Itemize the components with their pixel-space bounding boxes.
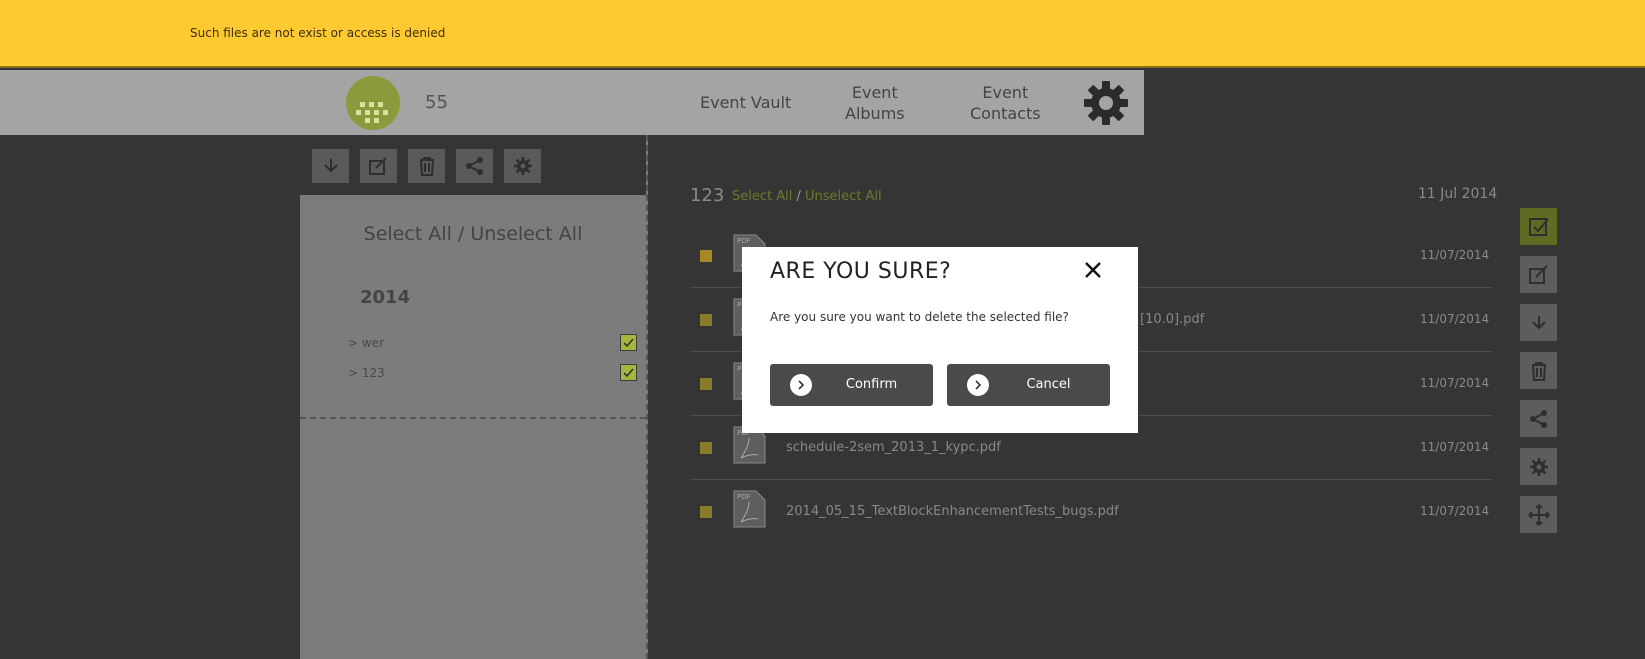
file-date: 11/07/2014 bbox=[1420, 312, 1490, 326]
nav-event-contacts[interactable]: Event Contacts bbox=[970, 82, 1041, 124]
unselect-all-link[interactable]: Unselect All bbox=[805, 189, 882, 204]
check-icon bbox=[623, 338, 634, 348]
delete-button[interactable] bbox=[408, 149, 445, 183]
file-checkbox[interactable] bbox=[700, 314, 712, 326]
file-date: 11/07/2014 bbox=[1420, 504, 1490, 518]
file-checkbox[interactable] bbox=[700, 250, 712, 262]
nav-event-vault[interactable]: Event Vault bbox=[700, 92, 791, 113]
move-button[interactable] bbox=[1520, 496, 1557, 533]
header-bar: 55 Event Vault Event Albums Event Contac… bbox=[0, 70, 1144, 135]
event-count: 55 bbox=[425, 92, 448, 113]
folder-date: 11 Jul 2014 bbox=[1418, 186, 1498, 202]
edit-button[interactable] bbox=[360, 149, 397, 183]
divider bbox=[300, 417, 646, 419]
left-toolbar bbox=[300, 135, 646, 195]
delete-button[interactable] bbox=[1520, 352, 1557, 389]
download-button[interactable] bbox=[1520, 304, 1557, 341]
year-heading: 2014 bbox=[360, 287, 411, 308]
check-icon bbox=[623, 368, 634, 378]
select-controls: Select All / Unselect All bbox=[732, 189, 882, 204]
file-name: 2014_05_15_TextBlockEnhancementTests_bug… bbox=[786, 504, 1119, 519]
file-date: 11/07/2014 bbox=[1420, 248, 1490, 262]
check-icon bbox=[1528, 217, 1549, 236]
share-button[interactable] bbox=[456, 149, 493, 183]
chevron-right-icon bbox=[967, 374, 989, 396]
close-icon[interactable] bbox=[1082, 259, 1104, 281]
folder-item-123[interactable]: > 123 bbox=[348, 366, 385, 380]
share-button[interactable] bbox=[1520, 400, 1557, 437]
share-icon bbox=[1529, 409, 1547, 428]
confirm-dialog: ARE YOU SURE? Are you sure you want to d… bbox=[742, 247, 1138, 433]
download-icon bbox=[1531, 315, 1546, 329]
move-icon bbox=[1527, 503, 1550, 526]
logo-grid-icon bbox=[356, 102, 392, 124]
settings-button[interactable] bbox=[1520, 448, 1557, 485]
gear-icon bbox=[1529, 457, 1548, 476]
pdf-file-icon: PDF bbox=[733, 490, 766, 528]
notification-bar: Such files are not exist or access is de… bbox=[0, 0, 1645, 68]
dialog-title: ARE YOU SURE? bbox=[770, 259, 952, 284]
svg-text:PDF: PDF bbox=[737, 237, 751, 245]
select-all-link[interactable]: Select All bbox=[732, 189, 792, 204]
chevron-right-icon bbox=[790, 374, 812, 396]
folder-item-wer[interactable]: > wer bbox=[348, 336, 384, 350]
folder-title: 123 bbox=[690, 185, 725, 206]
separator: / bbox=[796, 189, 801, 204]
confirm-button[interactable]: Confirm bbox=[770, 364, 933, 406]
download-icon bbox=[323, 159, 338, 173]
download-button[interactable] bbox=[312, 149, 349, 183]
confirm-label: Confirm bbox=[845, 377, 898, 392]
file-checkbox[interactable] bbox=[700, 442, 712, 454]
header: 55 Event Vault Event Albums Event Contac… bbox=[0, 70, 1645, 135]
cancel-button[interactable]: Cancel bbox=[947, 364, 1110, 406]
gear-icon bbox=[513, 157, 532, 175]
file-checkbox[interactable] bbox=[700, 506, 712, 518]
cancel-label: Cancel bbox=[1026, 377, 1071, 392]
file-date: 11/07/2014 bbox=[1420, 376, 1490, 390]
logo[interactable] bbox=[346, 76, 400, 130]
file-name: schedule-2sem_2013_1_kypc.pdf bbox=[786, 440, 1001, 455]
gear-button[interactable] bbox=[504, 149, 541, 183]
dialog-message: Are you sure you want to delete the sele… bbox=[770, 310, 1069, 324]
settings-gear-icon[interactable] bbox=[1082, 79, 1130, 127]
notification-text: Such files are not exist or access is de… bbox=[190, 26, 446, 40]
edit-button[interactable] bbox=[1520, 256, 1557, 293]
file-checkbox[interactable] bbox=[700, 378, 712, 390]
folder-checkbox[interactable] bbox=[620, 364, 637, 381]
select-toggle-button[interactable] bbox=[1520, 208, 1557, 245]
edit-icon bbox=[1528, 264, 1548, 284]
select-all-toggle[interactable]: Select All / Unselect All bbox=[300, 223, 646, 245]
trash-icon bbox=[1531, 361, 1546, 381]
file-date: 11/07/2014 bbox=[1420, 440, 1490, 454]
file-name: [10.0].pdf bbox=[1140, 312, 1205, 327]
nav-event-albums[interactable]: Event Albums bbox=[845, 82, 905, 124]
share-icon bbox=[465, 157, 483, 175]
file-row[interactable]: PDF 2014_05_15_TextBlockEnhancementTests… bbox=[690, 482, 1492, 544]
svg-text:PDF: PDF bbox=[737, 493, 751, 501]
edit-icon bbox=[368, 157, 387, 175]
left-panel: Select All / Unselect All 2014 > wer > 1… bbox=[300, 135, 648, 659]
folder-checkbox[interactable] bbox=[620, 334, 637, 351]
trash-icon bbox=[419, 157, 434, 176]
